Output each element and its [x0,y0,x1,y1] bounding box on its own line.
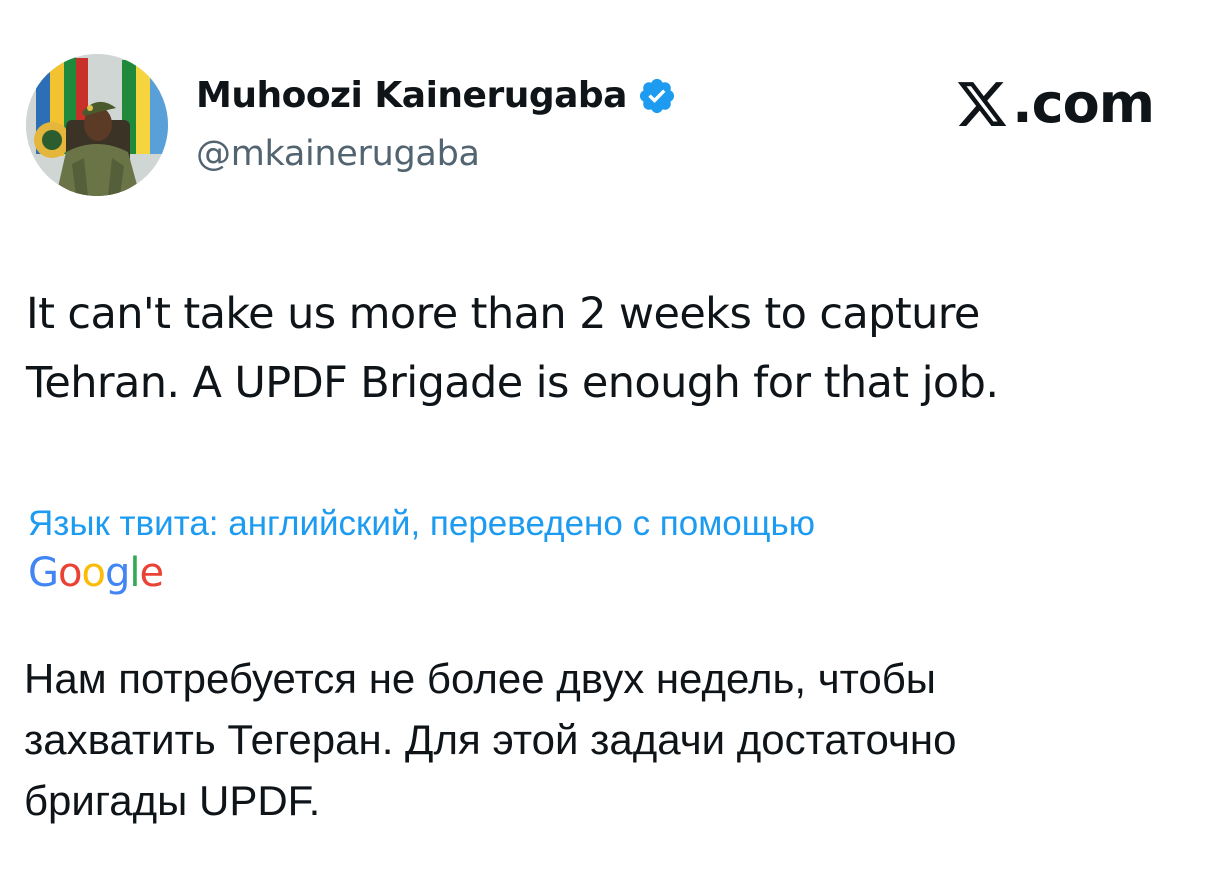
avatar-photo [26,54,168,196]
google-logo-letter: o [81,550,106,596]
verified-badge-icon [639,78,675,114]
translated-text-line: бригады UPDF. [24,777,321,824]
author-avatar[interactable] [26,54,168,196]
translated-text-line: Нам потребуется не более двух недель, чт… [24,655,936,702]
tweet-text-line: It can't take us more than 2 weeks to ca… [26,289,980,339]
brand-domain-text: .com [1012,72,1155,135]
author-display-name[interactable]: Muhoozi Kainerugaba [196,70,627,122]
author-name-row: Muhoozi Kainerugaba [196,70,677,122]
translation-note-link[interactable]: Язык твита: английский, переведено с пом… [28,502,815,546]
google-logo-letter: o [58,550,83,596]
google-logo-letter: g [104,550,130,596]
tweet-text: It can't take us more than 2 weeks to ca… [26,280,1186,418]
translated-tweet-text: Нам потребуется не более двух недель, чт… [24,648,1184,831]
x-logo-icon [957,82,1007,126]
author-handle[interactable]: @mkainerugaba [196,128,480,180]
tweet-text-line: Tehran. A UPDF Brigade is enough for tha… [26,358,999,408]
google-logo-letter: l [129,550,140,596]
google-logo-letter: G [28,550,59,596]
google-logo-letter: e [139,550,164,596]
brand-logo: .com [954,72,1155,136]
google-logo: Google [28,548,164,598]
translated-text-line: захватить Тегеран. Для этой задачи доста… [24,716,957,763]
